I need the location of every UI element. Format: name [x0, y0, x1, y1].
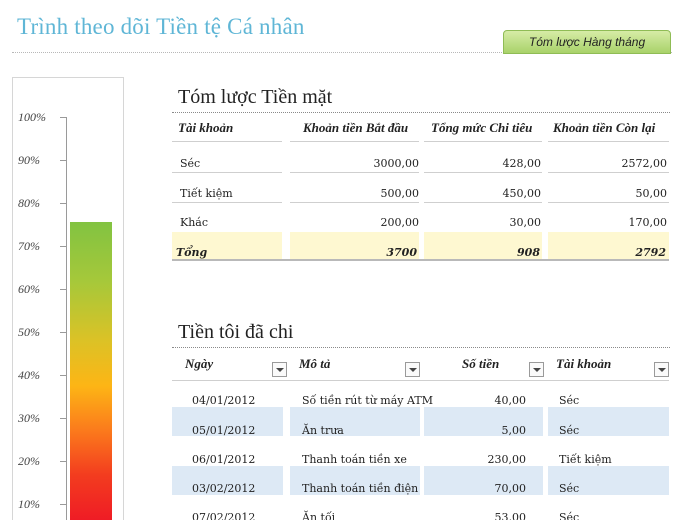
amount-cell[interactable]: 70,00: [424, 482, 527, 495]
col-header-account: Tài khoản: [178, 120, 234, 135]
gauge-tick-label: 50%: [18, 325, 40, 339]
total-remaining[interactable]: 2792: [548, 246, 666, 259]
gauge-tick: [60, 289, 66, 290]
amount-filter-dropdown[interactable]: [529, 362, 544, 377]
total-label: Tổng: [176, 246, 208, 259]
gauge-tick-label: 100%: [18, 110, 46, 124]
start-amount-cell[interactable]: 200,00: [290, 216, 420, 229]
date-cell[interactable]: 03/02/2012: [192, 482, 255, 495]
row-divider: [548, 172, 669, 173]
total-underline: [172, 259, 669, 261]
gauge-tick: [60, 504, 66, 505]
spend-account-cell[interactable]: Séc: [559, 511, 579, 520]
row-divider: [424, 172, 542, 173]
amount-cell[interactable]: 40,00: [424, 394, 527, 407]
gauge-tick-label: 40%: [18, 368, 40, 382]
spending-title: Tiền tôi đã chi: [178, 321, 294, 343]
gauge-tick: [60, 418, 66, 419]
row-divider: [548, 202, 669, 203]
gauge-tick: [60, 160, 66, 161]
spend-account-cell[interactable]: Tiết kiệm: [559, 453, 612, 466]
spend-account-cell[interactable]: Séc: [559, 394, 579, 407]
gauge-tick-label: 70%: [18, 239, 40, 253]
gauge-tick-label: 90%: [18, 153, 40, 167]
remaining-cell[interactable]: 50,00: [548, 187, 668, 200]
account-cell[interactable]: Khác: [180, 216, 208, 229]
start-amount-cell[interactable]: 500,00: [290, 187, 420, 200]
gauge-tick: [60, 375, 66, 376]
remaining-cell[interactable]: 2572,00: [548, 157, 668, 170]
gauge-tick-label: 10%: [18, 497, 40, 511]
date-cell[interactable]: 04/01/2012: [192, 394, 255, 407]
page-title: Trình theo dõi Tiền tệ Cá nhân: [17, 14, 305, 39]
spend-account-cell[interactable]: Séc: [559, 482, 579, 495]
gauge-axis: [66, 117, 67, 520]
description-cell[interactable]: Ăn trưa: [302, 424, 344, 437]
amount-cell[interactable]: 230,00: [424, 453, 527, 466]
date-filter-dropdown[interactable]: [272, 362, 287, 377]
date-cell[interactable]: 06/01/2012: [192, 453, 255, 466]
row-divider: [290, 172, 419, 173]
cash-summary-title: Tóm lược Tiền mặt: [178, 86, 333, 108]
col-header-spend-account: Tài khoản: [556, 356, 612, 371]
gauge-tick: [60, 203, 66, 204]
gauge-tick-label: 60%: [18, 282, 40, 296]
gauge-fill-bar: [70, 222, 112, 520]
description-cell[interactable]: Thanh toán tiền xe: [302, 453, 407, 466]
row-divider: [290, 202, 419, 203]
description-cell[interactable]: Ăn tối: [302, 511, 335, 520]
account-cell[interactable]: Séc: [180, 157, 200, 170]
gauge-tick-label: 80%: [18, 196, 40, 210]
spent-cell[interactable]: 428,00: [424, 157, 542, 170]
description-filter-dropdown[interactable]: [405, 362, 420, 377]
account-cell[interactable]: Tiết kiệm: [180, 187, 233, 200]
gauge-tick: [60, 246, 66, 247]
col-header-description: Mô tả: [299, 356, 331, 371]
account-filter-dropdown[interactable]: [654, 362, 669, 377]
cash-summary-divider: [172, 112, 670, 113]
col-header-amount: Số tiền: [462, 356, 500, 371]
header-underline: [172, 141, 282, 142]
gauge-tick: [60, 461, 66, 462]
header-underline: [172, 380, 669, 381]
col-header-total-spent: Tổng mức Chi tiêu: [431, 120, 533, 135]
total-start[interactable]: 3700: [290, 246, 417, 259]
row-divider: [172, 202, 282, 203]
amount-cell[interactable]: 53,00: [424, 511, 527, 520]
total-spent[interactable]: 908: [424, 246, 540, 259]
col-header-start-amount: Khoản tiền Bắt đầu: [303, 120, 409, 135]
spend-account-cell[interactable]: Séc: [559, 424, 579, 437]
start-amount-cell[interactable]: 3000,00: [290, 157, 420, 170]
spending-divider: [172, 347, 670, 348]
spent-cell[interactable]: 30,00: [424, 216, 542, 229]
spent-cell[interactable]: 450,00: [424, 187, 542, 200]
monthly-summary-button[interactable]: Tóm lược Hàng tháng: [503, 30, 671, 54]
remaining-cell[interactable]: 170,00: [548, 216, 668, 229]
amount-cell[interactable]: 5,00: [424, 424, 527, 437]
gauge-tick: [60, 332, 66, 333]
description-cell[interactable]: Thanh toán tiền điện: [302, 482, 418, 495]
date-cell[interactable]: 05/01/2012: [192, 424, 255, 437]
description-cell[interactable]: Số tiền rút từ máy ATM: [302, 394, 433, 407]
header-underline: [424, 141, 542, 142]
gauge-tick-label: 30%: [18, 411, 40, 425]
col-header-remaining: Khoản tiền Còn lại: [553, 120, 656, 135]
header-underline: [290, 141, 419, 142]
row-divider: [172, 172, 282, 173]
col-header-date: Ngày: [185, 356, 214, 371]
header-underline: [548, 141, 669, 142]
gauge-tick: [60, 117, 66, 118]
row-divider: [424, 202, 542, 203]
date-cell[interactable]: 07/02/2012: [192, 511, 255, 520]
gauge-tick-label: 20%: [18, 454, 40, 468]
